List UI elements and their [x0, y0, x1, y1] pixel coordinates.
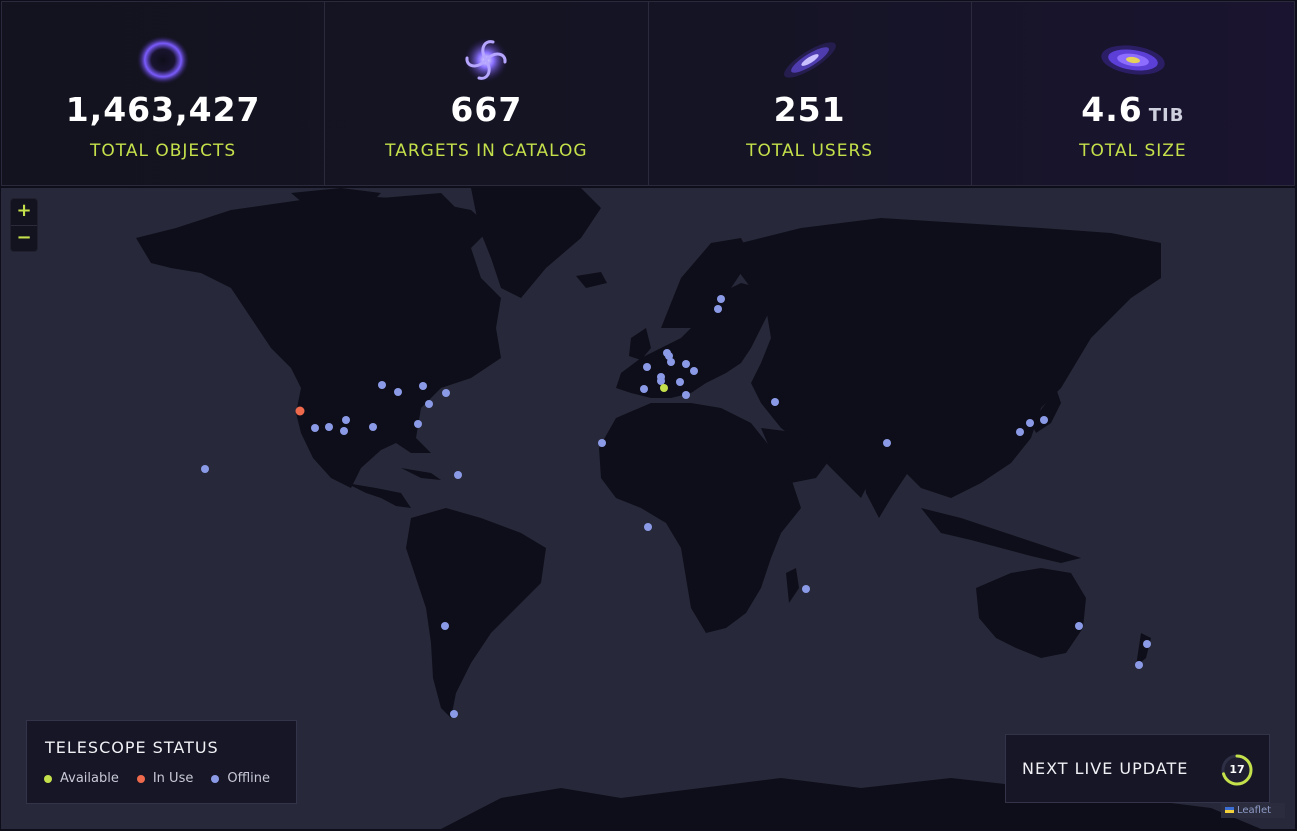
telescope-marker-offline[interactable]: [1026, 419, 1034, 427]
telescope-marker-offline[interactable]: [665, 352, 673, 360]
stat-value: 251: [773, 90, 846, 129]
stat-value: 667: [450, 90, 523, 129]
telescope-marker-offline[interactable]: [450, 710, 458, 718]
available-dot-icon: [44, 774, 52, 783]
next-live-update-panel: NEXT LIVE UPDATE 17: [1005, 734, 1270, 803]
telescope-marker-offline[interactable]: [714, 305, 722, 313]
telescope-marker-offline[interactable]: [883, 439, 891, 447]
telescope-marker-offline[interactable]: [342, 416, 350, 424]
telescope-marker-offline[interactable]: [682, 360, 690, 368]
telescope-marker-offline[interactable]: [682, 391, 690, 399]
legend-items: Available In Use Offline: [44, 771, 288, 786]
telescope-marker-offline[interactable]: [378, 381, 386, 389]
telescope-marker-offline[interactable]: [425, 400, 433, 408]
telescope-marker-available[interactable]: [660, 384, 668, 392]
legend-item-label: In Use: [152, 771, 194, 786]
telescope-marker-offline[interactable]: [657, 377, 665, 385]
telescope-marker-offline[interactable]: [325, 423, 333, 431]
stat-value: 1,463,427: [65, 90, 261, 129]
stat-total-objects: 1,463,427 TOTAL OBJECTS: [2, 2, 326, 185]
legend-item-offline: Offline: [211, 771, 270, 786]
stat-label: TARGETS IN CATALOG: [385, 141, 588, 161]
elliptical-galaxy-icon: [1101, 45, 1165, 75]
telescope-status-legend: TELESCOPE STATUS Available In Use Offlin…: [26, 720, 297, 804]
stat-label: TOTAL SIZE: [1079, 141, 1187, 161]
telescope-marker-offline[interactable]: [1135, 661, 1143, 669]
telescope-marker-offline[interactable]: [643, 363, 651, 371]
telescope-marker-offline[interactable]: [311, 424, 319, 432]
stat-total-size: 4.6 TIB TOTAL SIZE: [972, 2, 1294, 185]
telescope-marker-offline[interactable]: [690, 367, 698, 375]
edge-on-galaxy-icon: [783, 42, 836, 78]
zoom-in-button[interactable]: +: [11, 199, 37, 226]
stat-number: 4.6: [1081, 90, 1143, 129]
zoom-out-button[interactable]: −: [11, 226, 37, 252]
telescope-marker-offline[interactable]: [1143, 640, 1151, 648]
offline-dot-icon: [211, 774, 220, 783]
zoom-control: + −: [11, 199, 37, 251]
stat-label: TOTAL USERS: [746, 141, 874, 161]
telescope-marker-offline[interactable]: [201, 465, 209, 473]
telescope-marker-offline[interactable]: [414, 420, 422, 428]
telescope-marker-offline[interactable]: [454, 471, 462, 479]
stat-total-users: 251 TOTAL USERS: [649, 2, 972, 185]
telescope-marker-offline[interactable]: [1040, 416, 1048, 424]
telescope-marker-offline[interactable]: [644, 523, 652, 531]
telescope-marker-offline[interactable]: [640, 385, 648, 393]
spiral-galaxy-icon: [464, 38, 509, 82]
telescope-marker-offline[interactable]: [419, 382, 427, 390]
telescope-marker-offline[interactable]: [369, 423, 377, 431]
legend-item-available: Available: [44, 771, 119, 786]
map-attribution[interactable]: Leaflet: [1221, 803, 1285, 818]
telescope-marker-offline[interactable]: [717, 295, 725, 303]
stats-bar: 1,463,427 TOTAL OBJECTS 667 TARGETS IN C…: [1, 1, 1295, 186]
legend-item-label: Offline: [227, 771, 270, 786]
legend-item-in-use: In Use: [136, 771, 194, 786]
ukraine-flag-icon: [1225, 807, 1234, 813]
stat-label: TOTAL OBJECTS: [90, 141, 237, 161]
next-live-update-label: NEXT LIVE UPDATE: [1022, 759, 1189, 778]
legend-item-label: Available: [60, 771, 119, 786]
telescope-marker-offline[interactable]: [340, 427, 348, 435]
telescope-marker-offline[interactable]: [802, 585, 810, 593]
stat-unit: TIB: [1148, 105, 1185, 126]
telescope-marker-offline[interactable]: [598, 439, 606, 447]
stat-value: 4.6 TIB: [972, 90, 1294, 129]
legend-title: TELESCOPE STATUS: [45, 738, 219, 757]
telescope-marker-offline[interactable]: [1075, 622, 1083, 630]
in-use-dot-icon: [136, 774, 145, 783]
telescope-marker-offline[interactable]: [1016, 428, 1024, 436]
attribution-link[interactable]: Leaflet: [1237, 805, 1271, 816]
telescope-marker-offline[interactable]: [442, 389, 450, 397]
telescope-marker-offline[interactable]: [676, 378, 684, 386]
telescope-marker-offline[interactable]: [394, 388, 402, 396]
telescope-marker-in-use[interactable]: [295, 406, 305, 416]
telescope-marker-offline[interactable]: [771, 398, 779, 406]
ring-galaxy-icon: [137, 36, 190, 84]
telescope-marker-offline[interactable]: [441, 622, 449, 630]
countdown-value: 17: [1229, 763, 1245, 776]
stat-targets-in-catalog: 667 TARGETS IN CATALOG: [325, 2, 649, 185]
